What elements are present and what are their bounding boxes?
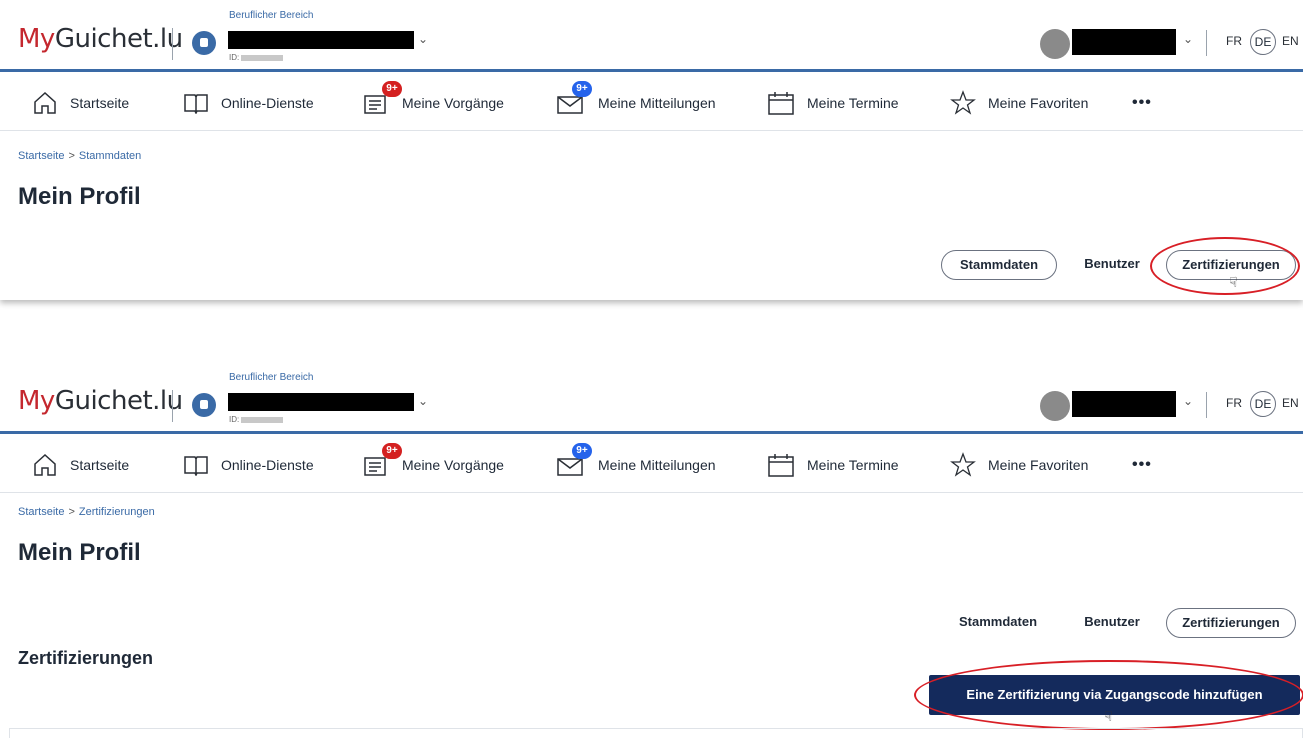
nav-meine-vorgaenge[interactable]: 9+ Meine Vorgänge (362, 75, 504, 131)
page-title: Mein Profil (18, 539, 141, 566)
screenshot-zertifizierungen: MyGuichet.lu Beruflicher Bereich ⌄ ID: ⌄… (0, 362, 1303, 738)
book-icon (184, 456, 208, 476)
redacted-org-name[interactable] (228, 31, 414, 49)
nav-meine-termine[interactable]: Meine Termine (767, 437, 899, 493)
breadcrumb: Startseite > Stammdaten (18, 150, 141, 162)
tab-stammdaten[interactable]: Stammdaten (948, 608, 1048, 638)
page-title: Mein Profil (18, 183, 141, 210)
main-nav: Startseite Online-Dienste 9+ Meine Vorgä… (0, 75, 1303, 131)
breadcrumb-separator: > (68, 150, 75, 162)
redacted-user-name[interactable] (1072, 391, 1176, 417)
breadcrumb: Startseite > Zertifizierungen (18, 506, 155, 518)
redacted-user-name[interactable] (1072, 29, 1176, 55)
redacted-org-name[interactable] (228, 393, 414, 411)
lang-fr[interactable]: FR (1226, 396, 1242, 410)
header-divider (172, 390, 173, 422)
nav-meine-vorgaenge[interactable]: 9+ Meine Vorgänge (362, 437, 504, 493)
breadcrumb-stammdaten[interactable]: Stammdaten (79, 150, 141, 162)
star-icon (950, 90, 976, 115)
site-header: MyGuichet.lu Beruflicher Bereich ⌄ ID: ⌄… (0, 362, 1303, 434)
calendar-icon (768, 454, 794, 477)
breadcrumb-zertifizierungen[interactable]: Zertifizierungen (79, 506, 155, 518)
vorgaenge-badge: 9+ (382, 81, 402, 97)
chevron-down-icon[interactable]: ⌄ (1183, 394, 1193, 408)
nav-meine-favoriten[interactable]: Meine Favoriten (950, 437, 1088, 493)
hand-cursor-icon: ☟ (1229, 274, 1238, 290)
main-nav: Startseite Online-Dienste 9+ Meine Vorgä… (0, 437, 1303, 493)
tab-benutzer[interactable]: Benutzer (1072, 250, 1152, 280)
chevron-down-icon[interactable]: ⌄ (418, 394, 428, 408)
tab-stammdaten[interactable]: Stammdaten (941, 250, 1057, 280)
nav-online-dienste[interactable]: Online-Dienste (183, 437, 314, 493)
myguichet-logo[interactable]: MyGuichet.lu (18, 386, 183, 416)
tab-benutzer[interactable]: Benutzer (1072, 608, 1152, 638)
user-avatar[interactable] (1040, 29, 1070, 59)
section-title: Zertifizierungen (18, 648, 154, 668)
mitteilungen-badge: 9+ (572, 443, 592, 459)
star-icon (950, 452, 976, 477)
lang-en[interactable]: EN (1282, 34, 1299, 48)
header-divider (172, 28, 173, 60)
mitteilungen-badge: 9+ (572, 81, 592, 97)
home-icon (34, 91, 56, 114)
nav-meine-termine[interactable]: Meine Termine (767, 75, 899, 131)
org-area-label: Beruflicher Bereich (229, 10, 314, 21)
nav-startseite[interactable]: Startseite (32, 437, 129, 493)
lang-fr[interactable]: FR (1226, 34, 1242, 48)
header-divider (1206, 392, 1207, 418)
breadcrumb-separator: > (68, 506, 75, 518)
org-id: ID: (229, 415, 284, 424)
breadcrumb-startseite[interactable]: Startseite (18, 506, 64, 518)
lang-de[interactable]: DE (1250, 391, 1276, 417)
highlight-ring (1150, 237, 1300, 295)
lang-de[interactable]: DE (1250, 29, 1276, 55)
building-icon (192, 393, 216, 417)
home-icon (34, 453, 56, 476)
org-area-label: Beruflicher Bereich (229, 372, 314, 383)
nav-meine-favoriten[interactable]: Meine Favoriten (950, 75, 1088, 131)
nav-meine-mitteilungen[interactable]: 9+ Meine Mitteilungen (556, 437, 716, 493)
more-menu-button[interactable]: ••• (1132, 437, 1152, 493)
blurred-id (241, 416, 284, 423)
breadcrumb-startseite[interactable]: Startseite (18, 150, 64, 162)
tab-zertifizierungen[interactable]: Zertifizierungen (1166, 608, 1296, 638)
nav-meine-mitteilungen[interactable]: 9+ Meine Mitteilungen (556, 75, 716, 131)
nav-online-dienste[interactable]: Online-Dienste (183, 75, 314, 131)
nav-startseite[interactable]: Startseite (32, 75, 129, 131)
chevron-down-icon[interactable]: ⌄ (418, 32, 428, 46)
certifications-list (9, 728, 1303, 738)
more-menu-button[interactable]: ••• (1132, 75, 1152, 131)
book-icon (184, 94, 208, 114)
building-icon (192, 31, 216, 55)
user-avatar[interactable] (1040, 391, 1070, 421)
calendar-icon (768, 92, 794, 115)
myguichet-logo[interactable]: MyGuichet.lu (18, 24, 183, 54)
chevron-down-icon[interactable]: ⌄ (1183, 32, 1193, 46)
vorgaenge-badge: 9+ (382, 443, 402, 459)
header-divider (1206, 30, 1207, 56)
lang-en[interactable]: EN (1282, 396, 1299, 410)
hand-cursor-icon: ☟ (1104, 708, 1113, 724)
blurred-id (241, 54, 284, 61)
org-id: ID: (229, 53, 284, 62)
screenshot-stammdaten: MyGuichet.lu Beruflicher Bereich ⌄ ID: ⌄… (0, 0, 1303, 300)
site-header: MyGuichet.lu Beruflicher Bereich ⌄ ID: ⌄… (0, 0, 1303, 72)
